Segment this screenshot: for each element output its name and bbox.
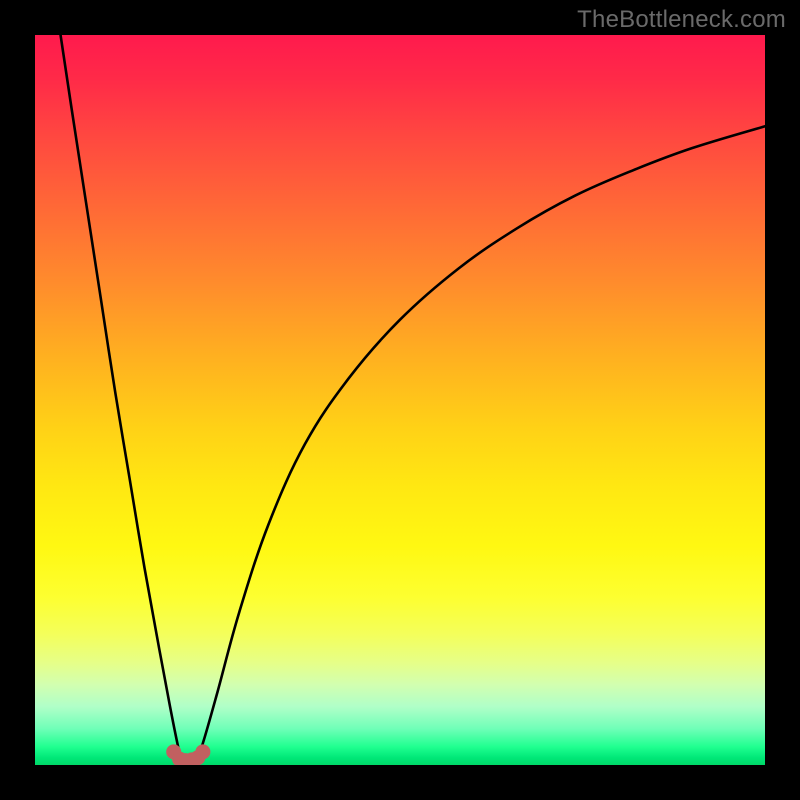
marker-cluster (166, 744, 210, 765)
watermark-text: TheBottleneck.com (577, 6, 786, 34)
marker-dot (195, 744, 210, 759)
curve-layer (35, 35, 765, 765)
curve-right-branch (196, 126, 765, 761)
plot-area (35, 35, 765, 765)
curve-left-branch (61, 35, 185, 761)
chart-frame: TheBottleneck.com (0, 0, 800, 800)
